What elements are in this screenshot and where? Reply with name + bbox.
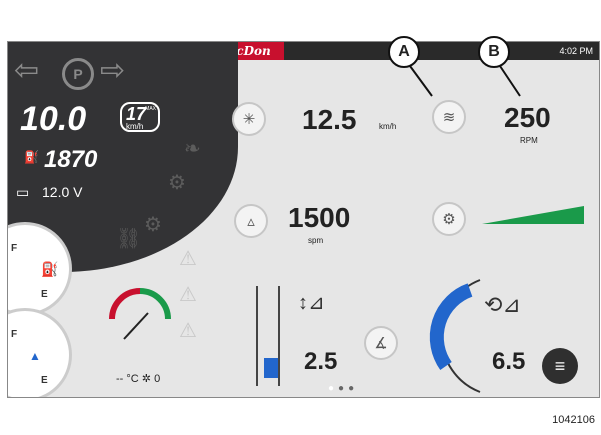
callout-leader-lines [409, 65, 521, 97]
figure-number: 1042106 [552, 414, 595, 426]
